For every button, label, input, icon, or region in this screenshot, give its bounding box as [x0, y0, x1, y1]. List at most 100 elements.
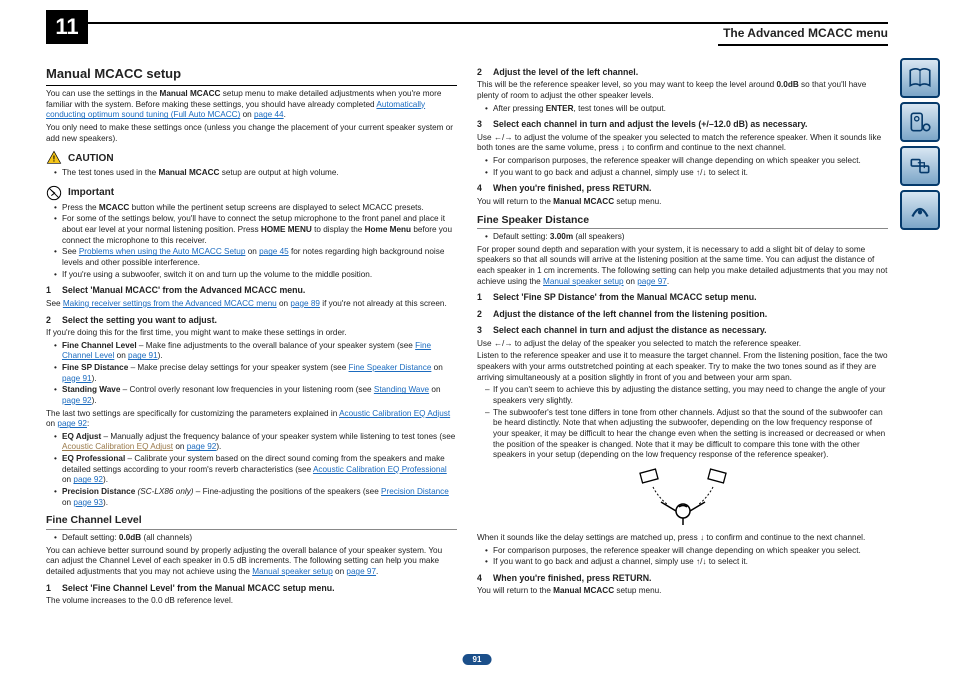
fsd-s3-p2: Listen to the reference speaker and use …	[477, 351, 888, 383]
fsd-defaults: Default setting: 3.00m (all speakers)	[485, 232, 888, 243]
link-p91b[interactable]: page 91	[62, 374, 92, 383]
caution-label: CAUTION	[68, 152, 114, 165]
c2-step3-p: Use ←/→ to adjust the volume of the spea…	[477, 133, 888, 154]
step2-list2: EQ Adjust – Manually adjust the frequenc…	[54, 432, 457, 509]
column-left: Manual MCACC setup You can use the setti…	[46, 62, 457, 645]
arrow-left-icon: ←	[494, 133, 502, 142]
fcl-default: Default setting: 0.0dB (all channels)	[54, 533, 457, 544]
title-strong: MCACC	[808, 26, 853, 40]
link-mss1[interactable]: Manual speaker setup	[252, 567, 333, 576]
fsd-s3-list: If you can't seem to achieve this by adj…	[485, 385, 888, 461]
s2-eqa: EQ Adjust – Manually adjust the frequenc…	[54, 432, 457, 453]
intro-p1: You can use the settings in the Manual M…	[46, 89, 457, 121]
c2-s3-li1: For comparison purposes, the reference s…	[485, 156, 888, 167]
c2-step2-li1: After pressing ENTER, test tones will be…	[485, 104, 888, 115]
link-aceqp[interactable]: Acoustic Calibration EQ Professional	[313, 465, 447, 474]
title-underline	[718, 44, 888, 46]
title-suffix: menu	[853, 26, 888, 40]
link-pd[interactable]: Precision Distance	[381, 487, 449, 496]
caution-item: The test tones used in the Manual MCACC …	[54, 168, 457, 179]
link-p92d[interactable]: page 92	[73, 475, 103, 484]
important-label: Important	[68, 186, 114, 199]
fsd-end-li2: If you want to go back and adjust a chan…	[485, 557, 888, 568]
listener-diagram	[477, 467, 888, 527]
chapter-number: 11	[46, 10, 88, 44]
svg-text:!: !	[53, 155, 56, 164]
h2-manual-mcacc: Manual MCACC setup	[46, 66, 457, 86]
link-mss2[interactable]: Manual speaker setup	[543, 277, 624, 286]
link-p93[interactable]: page 93	[73, 498, 103, 507]
important-list: Press the MCACC button while the pertine…	[54, 203, 457, 281]
arc-icon[interactable]	[900, 190, 940, 230]
h3-fsd: Fine Speaker Distance	[477, 214, 888, 230]
link-page89[interactable]: page 89	[290, 299, 320, 308]
link-adv-mcacc[interactable]: Making receiver settings from the Advanc…	[63, 299, 277, 308]
step1-p: See Making receiver settings from the Ad…	[46, 299, 457, 310]
link-p92c[interactable]: page 92	[187, 442, 217, 451]
link-fsd[interactable]: Fine Speaker Distance	[349, 363, 432, 372]
link-p97b[interactable]: page 97	[637, 277, 667, 286]
h3-fcl: Fine Channel Level	[46, 514, 457, 530]
s2-fcl: Fine Channel Level – Make fine adjustmen…	[54, 341, 457, 362]
link-aceqa[interactable]: Acoustic Calibration EQ Adjust	[339, 409, 450, 418]
s2-sw: Standing Wave – Control overly resonant …	[54, 385, 457, 406]
important-block: Important	[46, 185, 457, 201]
fcl-step1-p: The volume increases to the 0.0 dB refer…	[46, 596, 457, 607]
fsd-step4-p: You will return to the Manual MCACC setu…	[477, 586, 888, 597]
step2-p: If you're doing this for the first time,…	[46, 328, 457, 339]
book-icon[interactable]	[900, 58, 940, 98]
fsd-step2: 2Adjust the distance of the left channel…	[477, 309, 888, 320]
link-p92a[interactable]: page 92	[62, 396, 92, 405]
c2-step3: 3Select each channel in turn and adjust …	[477, 119, 888, 130]
fsd-default: Default setting: 3.00m (all speakers)	[485, 232, 888, 243]
fsd-step3: 3Select each channel in turn and adjust …	[477, 325, 888, 336]
c2-step4-p: You will return to the Manual MCACC setu…	[477, 197, 888, 208]
caution-list: The test tones used in the Manual MCACC …	[54, 168, 457, 179]
c2-step3-list: For comparison purposes, the reference s…	[485, 156, 888, 178]
dial-icon[interactable]	[900, 102, 940, 142]
s2-pd: Precision Distance (SC-LX86 only) – Fine…	[54, 487, 457, 508]
arrow-right-icon: →	[504, 133, 512, 142]
link-p92b[interactable]: page 92	[57, 419, 87, 428]
step2-list: Fine Channel Level – Make fine adjustmen…	[54, 341, 457, 407]
s2-eqp: EQ Professional – Calibrate your system …	[54, 454, 457, 486]
important-icon	[46, 185, 62, 201]
content-columns: Manual MCACC setup You can use the setti…	[46, 62, 888, 645]
page-title: The Advanced MCACC menu	[717, 26, 888, 40]
caution-block: ! CAUTION	[46, 150, 457, 166]
link-sw[interactable]: Standing Wave	[374, 385, 429, 394]
link-problems[interactable]: Problems when using the Auto MCACC Setup	[79, 247, 246, 256]
caution-icon: !	[46, 150, 62, 166]
column-right: 2Adjust the level of the left channel. T…	[477, 62, 888, 645]
fsd-end-li1: For comparison purposes, the reference s…	[485, 546, 888, 557]
imp-item-4: If you're using a subwoofer, switch it o…	[54, 270, 457, 281]
fcl-step1: 1Select 'Fine Channel Level' from the Ma…	[46, 583, 457, 594]
c2-step2-list: After pressing ENTER, test tones will be…	[485, 104, 888, 115]
fsd-end-list: For comparison purposes, the reference s…	[485, 546, 888, 568]
c2-step2-p: This will be the reference speaker level…	[477, 80, 888, 101]
intro-p2: You only need to make these settings onc…	[46, 123, 457, 144]
imp-item-3: See Problems when using the Auto MCACC S…	[54, 247, 457, 268]
fcl-p: You can achieve better surround sound by…	[46, 546, 457, 578]
step1-heading: 1Select 'Manual MCACC' from the Advanced…	[46, 285, 457, 296]
arrow-right-icon: →	[504, 339, 512, 348]
link-page45[interactable]: page 45	[259, 247, 289, 256]
arrow-left-icon: ←	[494, 339, 502, 348]
imp-item-1: Press the MCACC button while the pertine…	[54, 203, 457, 214]
fsd-p: For proper sound depth and separation wi…	[477, 245, 888, 288]
fsd-s3-li2: The subwoofer's test tone differs in ton…	[485, 408, 888, 461]
c2-s3-li2: If you want to go back and adjust a chan…	[485, 168, 888, 179]
step2-mid: The last two settings are specifically f…	[46, 409, 457, 430]
link-p91a[interactable]: page 91	[128, 351, 158, 360]
c2-step4: 4When you're finished, press RETURN.	[477, 183, 888, 194]
fcl-defaults: Default setting: 0.0dB (all channels)	[54, 533, 457, 544]
fsd-s3-p1: Use ←/→ to adjust the delay of the speak…	[477, 339, 888, 350]
link-p97a[interactable]: page 97	[346, 567, 376, 576]
sidebar-nav	[900, 58, 942, 230]
fsd-s3-li1: If you can't seem to achieve this by adj…	[485, 385, 888, 406]
fsd-step4: 4When you're finished, press RETURN.	[477, 573, 888, 584]
link-icon[interactable]	[900, 146, 940, 186]
link-page44[interactable]: page 44	[254, 110, 284, 119]
link-aceqa2[interactable]: Acoustic Calibration EQ Adjust	[62, 442, 173, 451]
c2-step2: 2Adjust the level of the left channel.	[477, 67, 888, 78]
